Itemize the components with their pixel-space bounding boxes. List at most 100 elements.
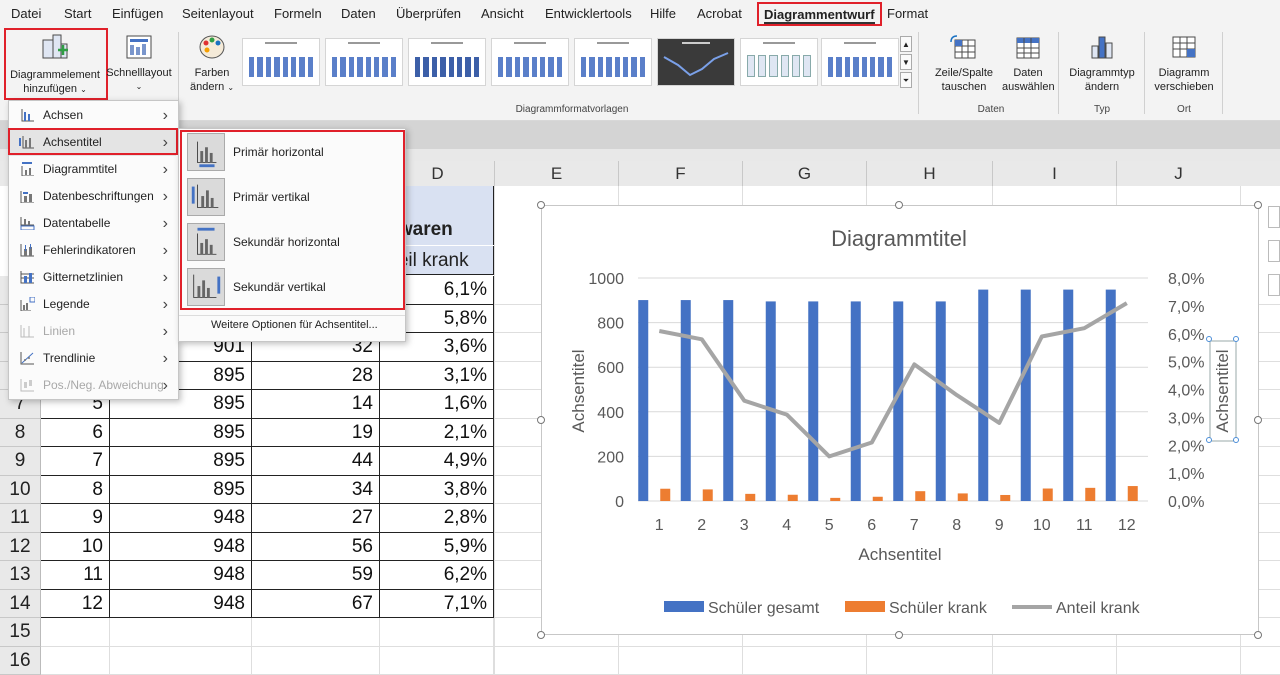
chart-legend[interactable]: Schüler gesamtSchüler krankAnteil krank	[664, 600, 1141, 617]
chart-resize-handle[interactable]	[537, 631, 545, 639]
row-header[interactable]: 9	[0, 447, 41, 476]
cell-b[interactable]: 895	[110, 476, 252, 505]
menu-item-trendline[interactable]: Trendlinie›	[9, 345, 176, 372]
cell-c[interactable]: 27	[252, 504, 380, 533]
cell-c[interactable]	[252, 618, 380, 647]
column-header-f[interactable]: F	[618, 161, 742, 186]
menu-item-gridlines[interactable]: Gitternetzlinien›	[9, 264, 176, 291]
cell-d[interactable]: 3,1%	[380, 362, 494, 391]
column-header-g[interactable]: G	[742, 161, 866, 186]
row-header[interactable]: 14	[0, 590, 41, 619]
cell-b[interactable]: 948	[110, 561, 252, 590]
menu-item-legend[interactable]: Legende›	[9, 291, 176, 318]
cell-b[interactable]	[110, 647, 252, 675]
chart-elements-side-button[interactable]	[1268, 206, 1280, 228]
row-header[interactable]: 16	[0, 647, 41, 675]
chart-resize-handle[interactable]	[537, 416, 545, 424]
cell-b[interactable]	[110, 618, 252, 647]
menu-item-error-bars[interactable]: Fehlerindikatoren›	[9, 237, 176, 264]
cell-d[interactable]: 1,6%	[380, 390, 494, 419]
cell-a[interactable]: 7	[41, 447, 110, 476]
cell-a[interactable]: 11	[41, 561, 110, 590]
cell-d[interactable]: 2,8%	[380, 504, 494, 533]
row-header[interactable]: 15	[0, 618, 41, 647]
cell-d[interactable]: 6,2%	[380, 561, 494, 590]
cell-d[interactable]	[380, 618, 494, 647]
change-chart-type-button[interactable]: Diagrammtyp ändern	[1064, 34, 1140, 100]
chart-area[interactable]: 020040060080010000,0%1,0%2,0%3,0%4,0%5,0…	[541, 205, 1259, 635]
chart-styles-side-button[interactable]	[1268, 240, 1280, 262]
styles-scroll-up-button[interactable]: ▲	[900, 36, 912, 52]
quick-layout-button[interactable]: Schnelllayout ⌄	[106, 34, 172, 100]
chart-style-8[interactable]	[821, 38, 899, 86]
axis-title-handle[interactable]	[1206, 437, 1212, 443]
chart-resize-handle[interactable]	[895, 201, 903, 209]
tab-hilfe[interactable]: Hilfe	[650, 0, 676, 28]
cell-d[interactable]	[380, 647, 494, 675]
cell-b[interactable]: 948	[110, 504, 252, 533]
cell-c[interactable]: 19	[252, 419, 380, 448]
menu-item-axes[interactable]: Achsen›	[9, 102, 176, 129]
x-axis-title[interactable]: Achsentitel	[858, 545, 941, 564]
row-header[interactable]: 12	[0, 533, 41, 562]
chart-filters-side-button[interactable]	[1268, 274, 1280, 296]
tab-format[interactable]: Format	[887, 0, 928, 28]
menu-item-data-table[interactable]: Datentabelle›	[9, 210, 176, 237]
cell-c[interactable]: 44	[252, 447, 380, 476]
chart-resize-handle[interactable]	[1254, 631, 1262, 639]
cell-d[interactable]: 7,1%	[380, 590, 494, 619]
move-chart-button[interactable]: Diagramm verschieben	[1150, 34, 1218, 100]
row-header[interactable]: 8	[0, 419, 41, 448]
cell-d[interactable]: 5,9%	[380, 533, 494, 562]
column-header-j[interactable]: J	[1116, 161, 1240, 186]
styles-more-button[interactable]: ⏷	[900, 72, 912, 88]
tab-acrobat[interactable]: Acrobat	[697, 0, 742, 28]
chart-resize-handle[interactable]	[1254, 416, 1262, 424]
chart-style-7[interactable]	[740, 38, 818, 86]
cell-c[interactable]: 59	[252, 561, 380, 590]
row-header[interactable]: 11	[0, 504, 41, 533]
axis-title-handle[interactable]	[1233, 437, 1239, 443]
tab-datei[interactable]: Datei	[11, 0, 41, 28]
tab--berpr-fen[interactable]: Überprüfen	[396, 0, 461, 28]
cell-a[interactable]	[41, 647, 110, 675]
primary-vertical-item[interactable]: Primär vertikal	[187, 178, 397, 218]
chart-style-6[interactable]	[657, 38, 735, 86]
more-axis-title-options[interactable]: Weitere Optionen für Achsentitel...	[211, 319, 378, 331]
tab-start[interactable]: Start	[64, 0, 91, 28]
cell-c[interactable]: 34	[252, 476, 380, 505]
cell-c[interactable]: 28	[252, 362, 380, 391]
tab-entwicklertools[interactable]: Entwicklertools	[545, 0, 632, 28]
chart-style-4[interactable]	[491, 38, 569, 86]
chart-resize-handle[interactable]	[1254, 201, 1262, 209]
cell-d[interactable]: 3,8%	[380, 476, 494, 505]
secondary-vertical-item[interactable]: Sekundär vertikal	[187, 268, 397, 308]
change-colors-button[interactable]: Farben ändern ⌄	[186, 34, 238, 100]
cell-a[interactable]	[41, 618, 110, 647]
cell-d[interactable]: 4,9%	[380, 447, 494, 476]
cell-a[interactable]: 10	[41, 533, 110, 562]
secondary-y-axis-title[interactable]: Achsentitel	[1213, 349, 1232, 432]
chart-resize-handle[interactable]	[895, 631, 903, 639]
cell-b[interactable]: 948	[110, 533, 252, 562]
tab-diagrammentwurf[interactable]: Diagrammentwurf	[757, 2, 882, 26]
cell-c[interactable]: 14	[252, 390, 380, 419]
menu-item-chart-title[interactable]: Diagrammtitel›	[9, 156, 176, 183]
tab-ansicht[interactable]: Ansicht	[481, 0, 524, 28]
cell-b[interactable]: 895	[110, 419, 252, 448]
chart-resize-handle[interactable]	[537, 201, 545, 209]
chart-style-5[interactable]	[574, 38, 652, 86]
cell-a[interactable]: 6	[41, 419, 110, 448]
chart-style-1[interactable]	[242, 38, 320, 86]
cell-c[interactable]: 67	[252, 590, 380, 619]
cell-c[interactable]: 56	[252, 533, 380, 562]
axis-title-handle[interactable]	[1233, 336, 1239, 342]
chart-style-2[interactable]	[325, 38, 403, 86]
axis-title-handle[interactable]	[1206, 336, 1212, 342]
row-header[interactable]: 13	[0, 561, 41, 590]
switch-row-column-button[interactable]: Zeile/Spalte tauschen	[928, 34, 1000, 100]
add-chart-element-button[interactable]: Diagrammelement hinzufügen ⌄	[4, 32, 106, 100]
cell-d[interactable]: 2,1%	[380, 419, 494, 448]
cell-a[interactable]: 12	[41, 590, 110, 619]
column-header-h[interactable]: H	[866, 161, 992, 186]
